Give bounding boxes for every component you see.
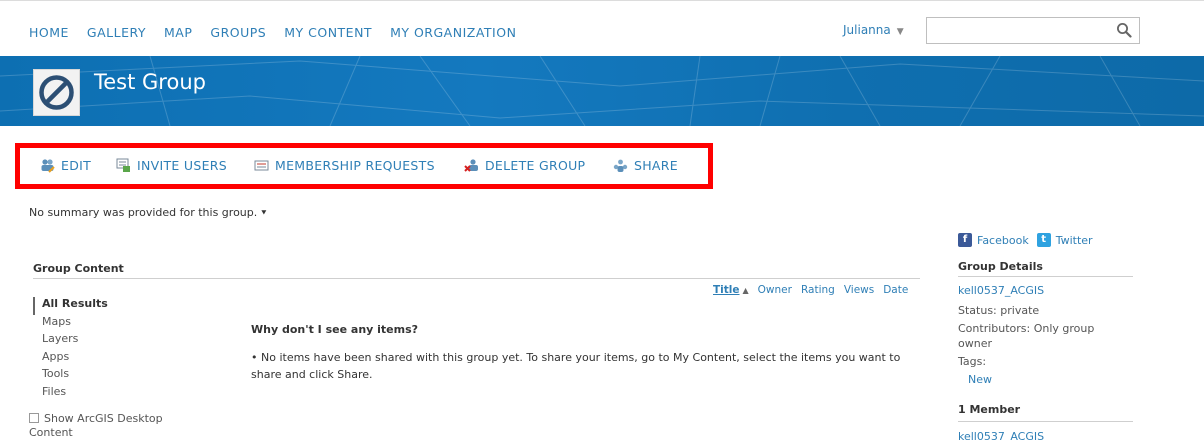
edit-label: EDIT [61,158,92,173]
sort-title[interactable]: Title [713,284,740,296]
sort-date[interactable]: Date [883,284,908,296]
search-input[interactable] [926,17,1140,44]
user-menu[interactable]: Julianna ▼ [843,23,904,37]
invite-users-button[interactable]: INVITE USERS [116,158,227,173]
sort-owner[interactable]: Owner [758,284,792,296]
group-thumbnail [33,69,80,116]
bullet-icon: • [251,351,261,364]
invite-users-label: INVITE USERS [137,158,227,173]
membership-requests-icon [254,160,269,171]
filter-apps[interactable]: Apps [33,350,108,368]
sort-ascending-icon: ▲ [742,286,749,295]
group-status: Status: private [958,304,1040,317]
group-details-title: Group Details [958,260,1043,273]
share-icon [613,159,628,172]
sort-views[interactable]: Views [844,284,874,296]
group-contributors-2: owner [958,337,992,350]
group-banner: Test Group [0,56,1204,126]
nav-groups[interactable]: GROUPS [210,25,266,40]
filter-files[interactable]: Files [33,385,108,403]
edit-group-icon [41,159,55,173]
summary-text: No summary was provided for this group. [29,206,258,219]
nav-gallery[interactable]: GALLERY [87,25,146,40]
caret-down-icon: ▼ [896,27,904,37]
group-summary: No summary was provided for this group. ⯆ [29,206,267,219]
tag-link[interactable]: New [968,373,992,386]
members-divider [958,421,1133,422]
show-desktop-label-2: Content [29,426,73,439]
nav-map[interactable]: MAP [164,25,192,40]
content-filters: All Results Maps Layers Apps Tools Files [33,297,108,402]
show-desktop-content-option[interactable]: Show ArcGIS Desktop Content [29,412,163,440]
group-contributors: Contributors: Only group [958,322,1095,335]
delete-group-label: DELETE GROUP [485,158,586,173]
share-button[interactable]: SHARE [613,158,678,173]
filter-tools[interactable]: Tools [33,367,108,385]
membership-requests-label: MEMBERSHIP REQUESTS [275,158,435,173]
empty-state-message: • No items have been shared with this gr… [251,349,911,383]
details-divider [958,276,1133,277]
invite-users-icon [116,158,130,172]
sort-rating[interactable]: Rating [801,284,835,296]
member-link[interactable]: kell0537_ACGIS [958,430,1044,440]
nav-my-content[interactable]: MY CONTENT [284,25,372,40]
membership-requests-button[interactable]: MEMBERSHIP REQUESTS [254,158,435,173]
expand-more-icon[interactable]: ⯆ [260,209,267,219]
empty-state-heading: Why don't I see any items? [251,323,419,336]
facebook-link[interactable]: Facebook [977,234,1029,247]
share-label: SHARE [634,158,678,173]
search-icon[interactable] [1116,22,1132,38]
filter-all-results[interactable]: All Results [33,297,108,315]
social-share: f Facebook t Twitter [958,233,1093,247]
top-navigation: HOME GALLERY MAP GROUPS MY CONTENT MY OR… [0,0,1204,56]
nav-home[interactable]: HOME [29,25,69,40]
facebook-icon[interactable]: f [958,233,972,247]
empty-state-text: No items have been shared with this grou… [251,351,901,381]
show-desktop-label: Show ArcGIS Desktop [44,412,163,425]
edit-button[interactable]: EDIT [40,158,91,173]
twitter-icon[interactable]: t [1036,233,1051,247]
content-divider [33,278,920,279]
filter-maps[interactable]: Maps [33,315,108,333]
user-name: Julianna [843,23,891,37]
show-desktop-checkbox[interactable] [29,413,39,423]
no-image-icon [39,75,74,110]
nav-my-organization[interactable]: MY ORGANIZATION [390,25,516,40]
sort-bar: Title ▲ Owner Rating Views Date [713,284,917,296]
group-content-title: Group Content [33,262,124,275]
group-owner-link[interactable]: kell0537_ACGIS [958,284,1044,297]
twitter-link[interactable]: Twitter [1056,234,1093,247]
filter-layers[interactable]: Layers [33,332,108,350]
delete-group-button[interactable]: DELETE GROUP [464,158,585,173]
members-title: 1 Member [958,403,1021,416]
group-actions-toolbar: EDIT INVITE USERS MEMBERSHIP REQUESTS DE… [15,143,713,189]
group-title: Test Group [94,70,206,94]
delete-group-icon [464,159,478,172]
tags-label: Tags: [958,355,987,368]
nav-links: HOME GALLERY MAP GROUPS MY CONTENT MY OR… [29,25,534,40]
